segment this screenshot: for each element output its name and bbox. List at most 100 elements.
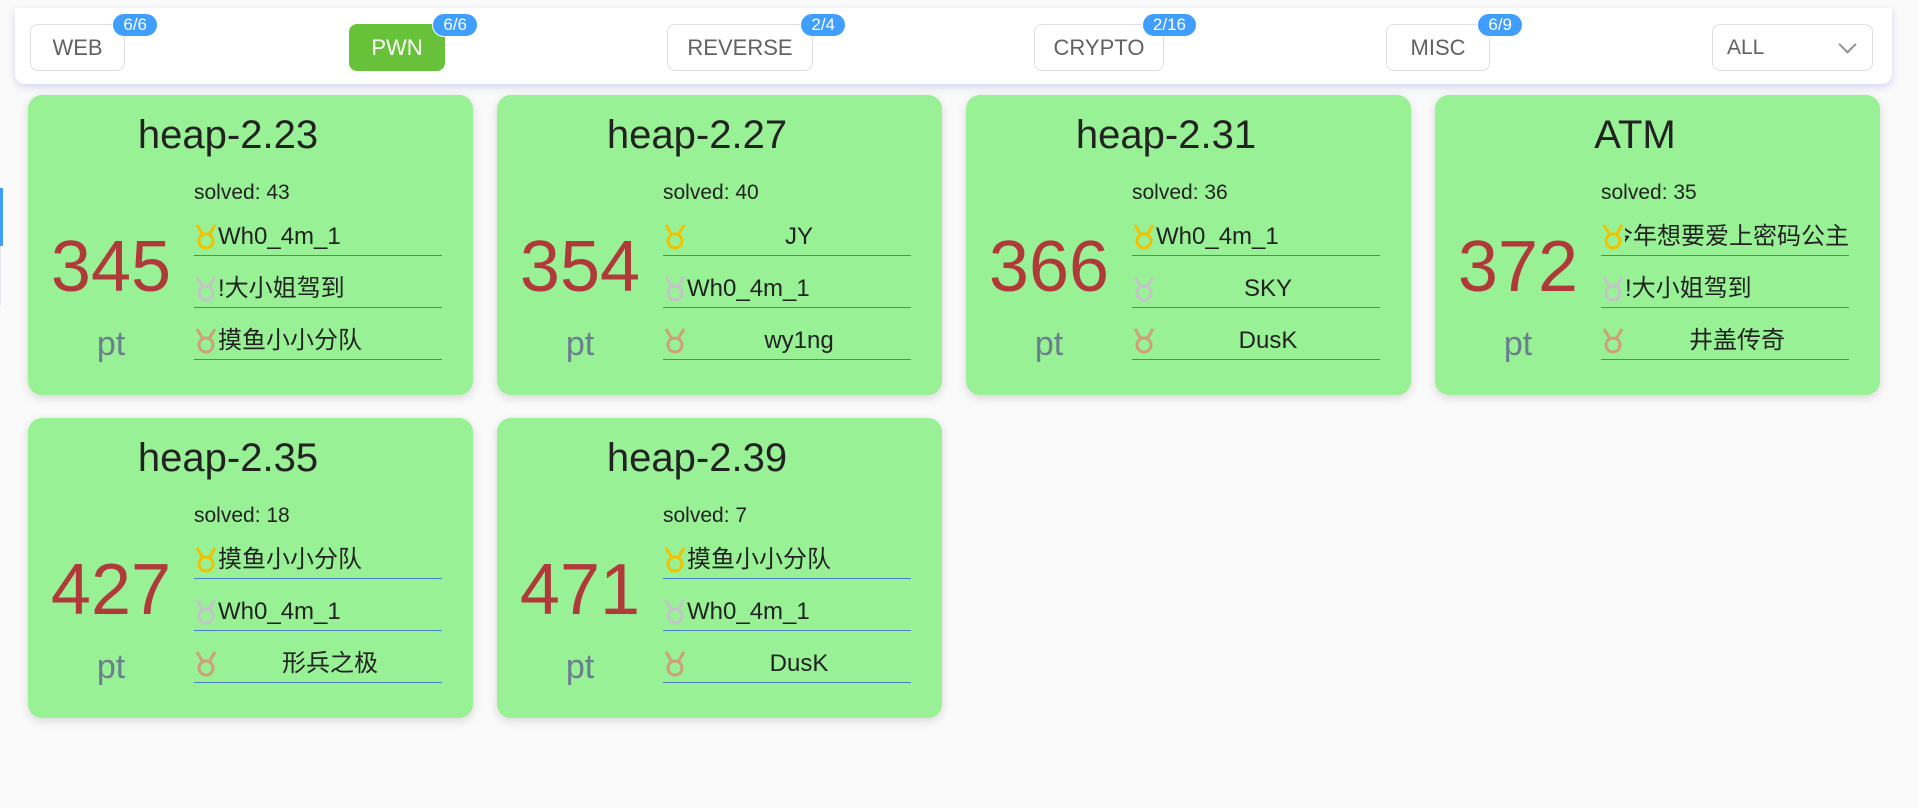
gold-medal-icon	[664, 224, 686, 250]
challenge-score: 354	[519, 227, 641, 307]
category-bar: WEB 6/6 PWN 6/6 REVERSE 2/4 CRYPTO 2/16 …	[15, 8, 1892, 84]
gold-medal-icon	[1602, 224, 1624, 250]
challenge-title: heap-2.39	[606, 436, 788, 480]
first-solver-name: 摸鱼小小分队	[687, 546, 831, 573]
third-blood-row: 形兵之极	[194, 646, 442, 683]
third-solver-name: DusK	[769, 650, 829, 677]
score-unit: pt	[96, 648, 126, 686]
second-solver-name: SKY	[1243, 275, 1293, 302]
silver-medal-icon	[664, 276, 686, 302]
solved-count: solved: 40	[663, 181, 759, 204]
second-blood-row: 大小姐驾到!	[194, 271, 442, 308]
third-blood-row: 井盖传奇	[1601, 323, 1849, 360]
tab-web[interactable]: WEB 6/6	[30, 13, 158, 71]
third-solver-name: 井盖传奇	[1689, 327, 1785, 354]
challenge-card[interactable]: heap-2.31 solved: 36 366 pt Wh0_4m_1 SKY…	[966, 95, 1411, 395]
second-blood-row: Wh0_4m_1	[663, 594, 911, 631]
first-blood-row: 今年想要爱上密码公主	[1601, 219, 1849, 256]
score-unit: pt	[1034, 325, 1064, 363]
second-blood-row: SKY	[1132, 271, 1380, 308]
first-solver-name: 今年想要爱上密码公主	[1625, 223, 1849, 250]
second-solver-name: 大小姐驾到!	[1625, 275, 1752, 302]
second-solver-name: Wh0_4m_1	[687, 275, 810, 302]
gold-medal-icon	[664, 547, 686, 573]
first-blood-row: Wh0_4m_1	[194, 219, 442, 256]
tab-pwn-badge: 6/6	[432, 13, 478, 37]
score-unit: pt	[1503, 325, 1533, 363]
third-blood-row: wy1ng	[663, 323, 911, 360]
first-solver-name: 摸鱼小小分队	[218, 546, 362, 573]
solved-count: solved: 18	[194, 504, 290, 527]
silver-medal-icon	[1133, 276, 1155, 302]
second-solver-name: 大小姐驾到!	[218, 275, 345, 302]
score-unit: pt	[565, 648, 595, 686]
first-blood-row: 摸鱼小小分队	[663, 542, 911, 579]
chevron-down-icon	[1838, 35, 1857, 54]
third-solver-name: wy1ng	[764, 327, 834, 354]
bronze-medal-icon	[664, 328, 686, 354]
tab-web-badge: 6/6	[112, 13, 158, 37]
challenge-title: heap-2.27	[606, 113, 788, 157]
first-solver-name: JY	[784, 223, 813, 250]
score-unit: pt	[565, 325, 595, 363]
challenge-title: heap-2.23	[137, 113, 319, 157]
tab-misc-badge: 6/9	[1477, 13, 1523, 37]
third-solver-name: 形兵之极	[282, 650, 378, 677]
filter-selected-value: ALL	[1727, 36, 1765, 59]
silver-medal-icon	[664, 599, 686, 625]
third-blood-row: DusK	[1132, 323, 1380, 360]
tab-pwn-label: PWN	[371, 35, 423, 60]
third-blood-row: 摸鱼小小分队	[194, 323, 442, 360]
challenge-card[interactable]: heap-2.27 solved: 40 354 pt JY Wh0_4m_1 …	[497, 95, 942, 395]
difficulty-filter-select[interactable]: ALL	[1712, 24, 1873, 71]
challenge-title: ATM	[1594, 113, 1676, 157]
first-solver-name: Wh0_4m_1	[1156, 223, 1279, 250]
challenge-card[interactable]: heap-2.39 solved: 7 471 pt 摸鱼小小分队 Wh0_4m…	[497, 418, 942, 718]
tab-pwn[interactable]: PWN 6/6	[349, 13, 478, 71]
second-blood-row: Wh0_4m_1	[663, 271, 911, 308]
second-solver-name: Wh0_4m_1	[218, 598, 341, 625]
bronze-medal-icon	[1602, 328, 1624, 354]
challenge-card[interactable]: heap-2.23 solved: 43 345 pt Wh0_4m_1 大小姐…	[28, 95, 473, 395]
first-blood-row: Wh0_4m_1	[1132, 219, 1380, 256]
tab-crypto-label: CRYPTO	[1053, 35, 1145, 60]
challenge-card[interactable]: heap-2.35 solved: 18 427 pt 摸鱼小小分队 Wh0_4…	[28, 418, 473, 718]
bronze-medal-icon	[195, 651, 217, 677]
challenge-score: 345	[50, 227, 172, 307]
challenge-card[interactable]: ATM solved: 35 372 pt 今年想要爱上密码公主 大小姐驾到! …	[1435, 95, 1880, 395]
first-blood-row: 摸鱼小小分队	[194, 542, 442, 579]
tab-web-label: WEB	[52, 35, 103, 60]
tab-reverse[interactable]: REVERSE 2/4	[667, 13, 846, 71]
silver-medal-icon	[195, 276, 217, 302]
challenge-score: 366	[988, 227, 1110, 307]
second-solver-name: Wh0_4m_1	[687, 598, 810, 625]
first-solver-name: Wh0_4m_1	[218, 223, 341, 250]
solved-count: solved: 43	[194, 181, 290, 204]
tab-misc[interactable]: MISC 6/9	[1386, 13, 1523, 71]
challenge-title: heap-2.31	[1075, 113, 1257, 157]
gold-medal-icon	[1133, 224, 1155, 250]
tab-reverse-label: REVERSE	[687, 35, 793, 60]
bronze-medal-icon	[664, 651, 686, 677]
third-blood-row: DusK	[663, 646, 911, 683]
second-blood-row: 大小姐驾到!	[1601, 271, 1849, 308]
tab-crypto[interactable]: CRYPTO 2/16	[1034, 13, 1197, 71]
score-unit: pt	[96, 325, 126, 363]
bronze-medal-icon	[1133, 328, 1155, 354]
tab-crypto-badge: 2/16	[1141, 13, 1197, 37]
solved-count: solved: 36	[1132, 181, 1228, 204]
tab-reverse-badge: 2/4	[800, 13, 846, 37]
solved-count: solved: 7	[663, 504, 748, 527]
sidebar-edge	[0, 246, 1, 306]
sidebar-active-indicator	[0, 188, 3, 246]
first-blood-row: JY	[663, 219, 911, 256]
tab-misc-label: MISC	[1410, 35, 1466, 60]
solved-count: solved: 35	[1601, 181, 1697, 204]
silver-medal-icon	[195, 599, 217, 625]
challenge-score: 372	[1457, 227, 1579, 307]
third-solver-name: DusK	[1238, 327, 1298, 354]
third-solver-name: 摸鱼小小分队	[218, 327, 362, 354]
challenge-score: 427	[50, 550, 172, 630]
gold-medal-icon	[195, 224, 217, 250]
silver-medal-icon	[1602, 276, 1624, 302]
